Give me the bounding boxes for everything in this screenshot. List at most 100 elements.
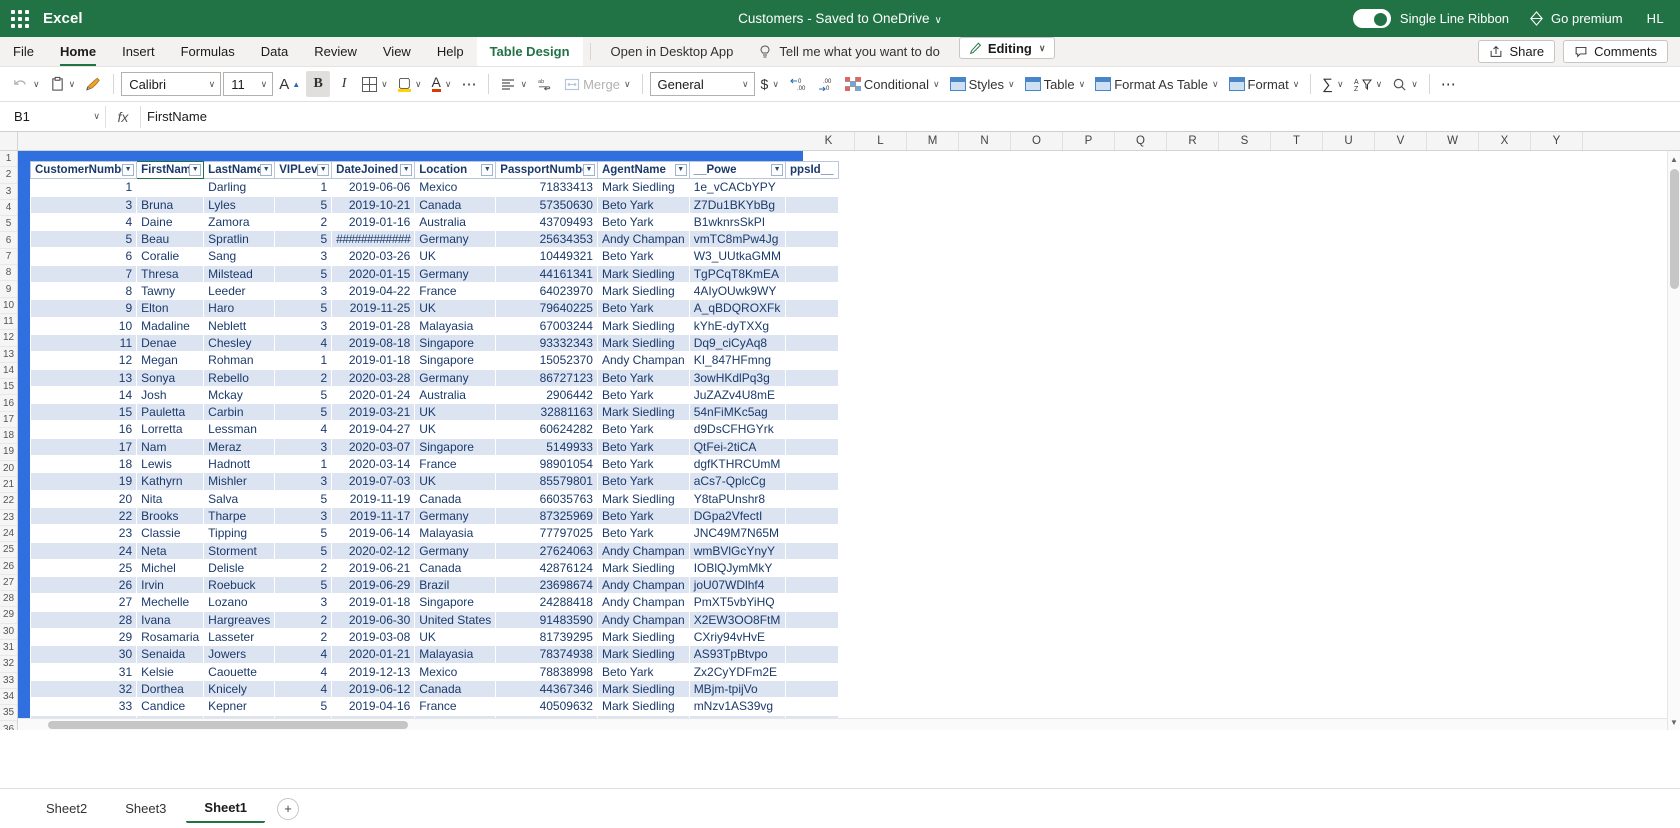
table-cell[interactable]: Singapore — [414, 593, 496, 612]
table-cell[interactable] — [785, 299, 838, 318]
table-cell[interactable]: Andy Champan — [597, 351, 690, 370]
table-cell[interactable]: 2020-03-14 — [331, 455, 415, 473]
row-header-36[interactable]: 36 — [0, 721, 17, 730]
row-header-30[interactable]: 30 — [0, 624, 17, 640]
column-header-r[interactable]: R — [1167, 132, 1219, 150]
table-row[interactable]: 19 Kathyrn Mishler 3 2019-07-03 UK 85579801 Bet… — [30, 472, 838, 491]
table-cell[interactable]: 4 — [274, 680, 332, 698]
table-cell[interactable]: 2906442 — [495, 386, 598, 404]
table-cell[interactable]: Caouette — [203, 663, 275, 681]
table-cell[interactable]: TgPCqT8KmEA — [689, 265, 786, 283]
table-row[interactable]: 13 Sonya Rebello 2 2020-03-28 Germany 86727123… — [30, 369, 838, 387]
table-cell[interactable] — [785, 369, 838, 387]
table-cell[interactable] — [785, 628, 838, 646]
table-cell[interactable]: Mexico — [414, 178, 496, 197]
table-cell[interactable]: 6 — [30, 247, 137, 266]
currency-chevron-down-icon[interactable]: ∨ — [772, 79, 779, 90]
table-cell[interactable]: Dq9_ciCyAq8 — [689, 334, 786, 352]
table-row[interactable]: 26 Irvin Roebuck 5 2019-06-29 Brazil 23698674 A… — [30, 576, 838, 594]
row-header-23[interactable]: 23 — [0, 510, 17, 526]
row-header-25[interactable]: 25 — [0, 542, 17, 559]
row-header-9[interactable]: 9 — [0, 281, 17, 298]
table-cell[interactable]: 1 — [274, 178, 332, 197]
table-cell[interactable]: France — [414, 697, 496, 715]
table-cell[interactable]: Mark Siedling — [597, 697, 690, 715]
table-cell[interactable]: Canada — [414, 490, 496, 508]
table-cell[interactable]: 31 — [30, 663, 137, 681]
table-cell[interactable]: Mark Siedling — [597, 559, 690, 577]
column-header-u[interactable]: U — [1323, 132, 1375, 150]
table-cell[interactable]: wmBVlGcYnyY — [689, 542, 786, 560]
table-cell[interactable]: UK — [414, 247, 496, 266]
formula-input[interactable]: FirstName — [140, 105, 1680, 128]
row-header-13[interactable]: 13 — [0, 347, 17, 363]
table-cell[interactable]: Candice — [136, 697, 204, 715]
table-cell[interactable]: d9DsCFHGYrk — [689, 420, 786, 439]
table-cell[interactable]: 1 — [274, 455, 332, 473]
table-row[interactable]: 33 Candice Kepner 5 2019-04-16 France 40509632… — [30, 697, 838, 715]
table-row[interactable]: 10 Madaline Neblett 3 2019-01-28 Malayasia 670… — [30, 317, 838, 335]
table-cell[interactable]: 33 — [30, 697, 137, 715]
row-header-29[interactable]: 29 — [0, 607, 17, 624]
table-cell[interactable]: 27624063 — [495, 542, 598, 560]
table-cell[interactable]: Nam — [136, 438, 204, 456]
table-cell[interactable]: Chesley — [203, 334, 275, 352]
font-name-select[interactable]: Calibri ∨ — [121, 72, 222, 96]
table-cell[interactable] — [785, 507, 838, 525]
toolbar-overflow-button[interactable]: ⋯ — [1437, 71, 1461, 97]
table-cell[interactable]: 2019-06-12 — [331, 680, 415, 698]
table-cell[interactable]: 2019-11-19 — [331, 490, 415, 508]
table-cell[interactable]: KI_847HFmng — [689, 351, 786, 370]
table-cell[interactable]: 2019-01-28 — [331, 317, 415, 335]
table-cell[interactable]: 2019-11-17 — [331, 507, 415, 525]
filter-dropdown-icon[interactable]: ▼ — [481, 164, 494, 176]
table-cell[interactable]: Beto Yark — [597, 369, 690, 387]
table-cell[interactable] — [785, 455, 838, 473]
table-cell[interactable]: Malayasia — [414, 317, 496, 335]
table-row[interactable]: 3 Bruna Lyles 5 2019-10-21 Canada 57350630 Beto… — [30, 196, 838, 214]
table-cell[interactable]: Dorthea — [136, 680, 204, 698]
table-cell[interactable]: 44367346 — [495, 680, 598, 698]
table-cell[interactable]: Mark Siedling — [597, 178, 690, 197]
table-cell[interactable]: aCs7-QplcCg — [689, 472, 786, 491]
table-cell[interactable]: Senaida — [136, 645, 204, 664]
table-row[interactable]: 27 Mechelle Lozano 3 2019-01-18 Singapore 2428… — [30, 593, 838, 612]
table-cell[interactable]: 10449321 — [495, 247, 598, 266]
select-all-corner[interactable] — [0, 132, 18, 150]
table-cell[interactable] — [785, 524, 838, 543]
format-painter-button[interactable] — [81, 71, 106, 97]
table-cell[interactable]: MBjm-tpijVo — [689, 680, 786, 698]
tab-formulas[interactable]: Formulas — [168, 37, 248, 66]
table-cell[interactable]: Denae — [136, 334, 204, 352]
filter-dropdown-icon[interactable]: ▼ — [317, 164, 330, 176]
table-cell[interactable]: 2020-01-15 — [331, 265, 415, 283]
row-header-26[interactable]: 26 — [0, 558, 17, 575]
header-location[interactable]: Location ▼ — [414, 160, 497, 180]
tab-home[interactable]: Home — [47, 37, 109, 66]
column-header-p[interactable]: P — [1063, 132, 1115, 150]
table-cell[interactable] — [785, 230, 838, 248]
table-cell[interactable]: 1e_vCACbYPY — [689, 178, 786, 197]
table-row[interactable]: 25 Michel Delisle 2 2019-06-21 Canada 42876124… — [30, 559, 838, 577]
table-cell[interactable]: X2EW3OO8FtM — [689, 611, 786, 629]
row-header-17[interactable]: 17 — [0, 412, 17, 429]
table-cell[interactable]: 19 — [30, 472, 137, 491]
table-cell[interactable]: Beto Yark — [597, 299, 690, 318]
table-cell[interactable]: Lyles — [203, 196, 275, 214]
table-cell[interactable]: 15 — [30, 403, 137, 421]
table-cell[interactable]: 2 — [274, 213, 332, 231]
column-header-m[interactable]: M — [907, 132, 959, 150]
table-cell[interactable]: 4 — [274, 334, 332, 352]
table-cell[interactable]: 2019-06-30 — [331, 611, 415, 629]
font-color-button[interactable]: A ∨ — [428, 71, 456, 97]
table-cell[interactable]: Beto Yark — [597, 472, 690, 491]
table-cell[interactable]: Beto Yark — [597, 196, 690, 214]
table-cell[interactable]: 64023970 — [495, 282, 598, 300]
vertical-scrollbar[interactable]: ▲ ▼ — [1667, 151, 1680, 730]
header-viplevel[interactable]: VIPLevel ▼ — [274, 160, 333, 180]
table-cell[interactable]: 3 — [274, 282, 332, 300]
row-header-8[interactable]: 8 — [0, 265, 17, 282]
table-cell[interactable]: 2019-06-21 — [331, 559, 415, 577]
table-cell[interactable]: Singapore — [414, 438, 496, 456]
filter-dropdown-icon[interactable]: ▼ — [771, 164, 784, 176]
